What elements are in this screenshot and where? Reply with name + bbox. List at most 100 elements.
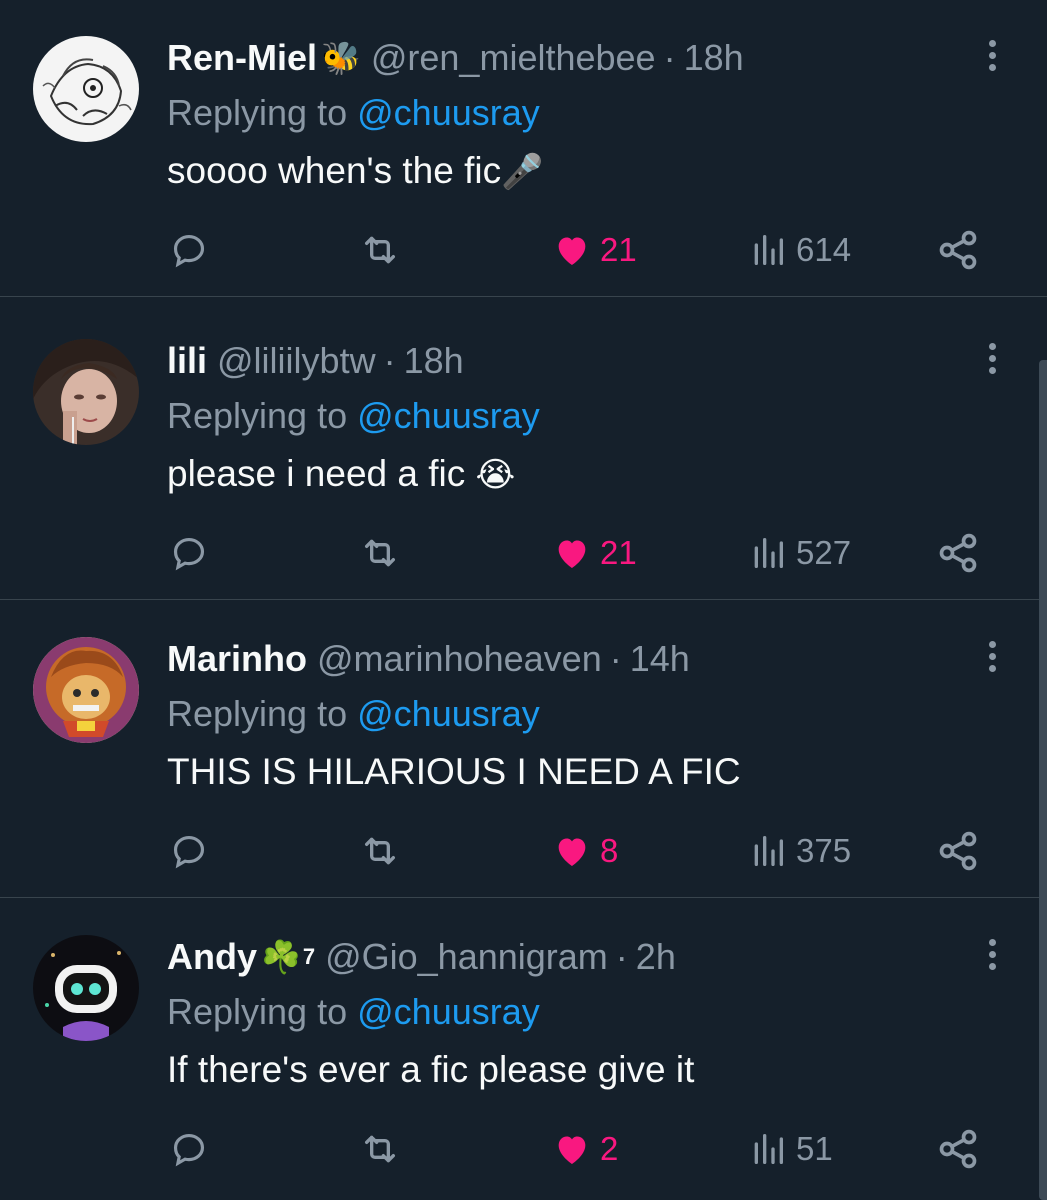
reply-icon [173, 835, 205, 869]
retweet-icon [365, 539, 395, 567]
reply-icon [173, 234, 205, 268]
views-chart-icon [754, 538, 783, 568]
tweet-card[interactable]: Ren-Miel 🐝 @ren_mielthebee · 18h Replyin… [0, 0, 1047, 297]
display-name[interactable]: lili [167, 340, 207, 382]
share-button[interactable] [936, 220, 980, 280]
separator-dot: · [383, 340, 396, 381]
avatar[interactable] [33, 339, 139, 445]
more-dot-icon [988, 950, 996, 958]
reply-icon [173, 1133, 205, 1167]
heart-icon [558, 237, 586, 265]
share-button[interactable] [936, 523, 980, 583]
reply-feed: Ren-Miel 🐝 @ren_mielthebee · 18h Replyin… [0, 0, 1047, 1200]
retweet-icon [365, 236, 395, 264]
more-dot-icon [988, 63, 996, 71]
more-dot-icon [988, 366, 996, 374]
replying-to: Replying to @chuusray [167, 92, 540, 134]
like-count: 21 [600, 231, 637, 268]
tweet-card[interactable]: lili @liliilybtw · 18h Replying to @chuu… [0, 303, 1047, 600]
reply-button[interactable] [170, 523, 208, 583]
view-count: 51 [796, 1130, 833, 1167]
reply-button[interactable] [170, 821, 208, 881]
retweet-button[interactable] [360, 1119, 400, 1179]
tweet-card[interactable]: Andy ☘️ 7 @Gio_hannigram · 2h Replying t… [0, 899, 1047, 1196]
more-dot-icon [988, 342, 996, 350]
display-name[interactable]: Marinho [167, 638, 307, 680]
like-button[interactable]: 21 [552, 220, 637, 280]
cartoon-avatar-icon [33, 637, 139, 743]
tweet-header: Marinho @marinhoheaven · 14h [167, 635, 690, 683]
timestamp[interactable]: 14h [630, 638, 690, 680]
tweet-card[interactable]: Marinho @marinhoheaven · 14h Replying to… [0, 601, 1047, 898]
retweet-icon [365, 837, 395, 865]
action-bar: 21 527 [0, 523, 1047, 583]
view-count: 614 [796, 231, 852, 268]
action-bar: 21 614 [0, 220, 1047, 280]
views-button[interactable]: 527 [748, 523, 851, 583]
more-options-button[interactable] [975, 639, 1009, 673]
mention-link[interactable]: @chuusray [357, 693, 540, 734]
share-button[interactable] [936, 821, 980, 881]
share-icon [939, 831, 977, 871]
user-handle[interactable]: @ren_mielthebee [371, 37, 656, 79]
tweet-header: Ren-Miel 🐝 @ren_mielthebee · 18h [167, 34, 744, 82]
timestamp[interactable]: 2h [636, 936, 676, 978]
more-options-button[interactable] [975, 937, 1009, 971]
more-dot-icon [988, 938, 996, 946]
tweet-text: soooo when's the fic🎤 [167, 150, 543, 192]
like-button[interactable]: 8 [552, 821, 618, 881]
more-dot-icon [988, 51, 996, 59]
views-button[interactable]: 614 [748, 220, 851, 280]
retweet-button[interactable] [360, 523, 400, 583]
tweet-text: please i need a fic 😭 [167, 453, 515, 495]
more-dot-icon [988, 664, 996, 672]
robot-avatar-icon [33, 935, 139, 1041]
user-handle[interactable]: @liliilybtw [217, 340, 376, 382]
share-icon [939, 533, 977, 573]
more-dot-icon [988, 354, 996, 362]
tweet-header: Andy ☘️ 7 @Gio_hannigram · 2h [167, 933, 676, 981]
action-bar: 8 375 [0, 821, 1047, 881]
replying-to-label: Replying to [167, 693, 348, 734]
like-button[interactable]: 2 [552, 1119, 618, 1179]
like-count: 2 [600, 1130, 619, 1167]
views-button[interactable]: 51 [748, 1119, 833, 1179]
sketch-avatar-icon [33, 36, 139, 142]
reply-button[interactable] [170, 1119, 208, 1179]
timestamp[interactable]: 18h [404, 340, 464, 382]
timestamp[interactable]: 18h [684, 37, 744, 79]
badge-number: 7 [302, 944, 316, 969]
shamrock-emoji-icon: ☘️ [261, 939, 301, 975]
scrollbar[interactable] [1039, 360, 1047, 1200]
like-count: 8 [600, 832, 619, 869]
share-icon [939, 230, 977, 270]
mention-link[interactable]: @chuusray [357, 991, 540, 1032]
reply-icon [173, 537, 205, 571]
tweet-text: If there's ever a fic please give it [167, 1049, 694, 1091]
tweet-text: THIS IS HILARIOUS I NEED A FIC [167, 751, 741, 793]
display-name[interactable]: Andy [167, 936, 257, 978]
mention-link[interactable]: @chuusray [357, 92, 540, 133]
more-dot-icon [988, 39, 996, 47]
tweet-body: please i need a fic [167, 453, 476, 494]
user-handle[interactable]: @marinhoheaven [317, 638, 602, 680]
view-count: 375 [796, 832, 852, 869]
view-count: 527 [796, 534, 852, 571]
mention-link[interactable]: @chuusray [357, 395, 540, 436]
avatar[interactable] [33, 637, 139, 743]
separator-dot: · [615, 936, 628, 977]
display-name[interactable]: Ren-Miel [167, 37, 317, 79]
retweet-button[interactable] [360, 220, 400, 280]
avatar[interactable] [33, 36, 139, 142]
avatar[interactable] [33, 935, 139, 1041]
more-options-button[interactable] [975, 341, 1009, 375]
views-button[interactable]: 375 [748, 821, 851, 881]
retweet-button[interactable] [360, 821, 400, 881]
reply-button[interactable] [170, 220, 208, 280]
like-button[interactable]: 21 [552, 523, 637, 583]
user-handle[interactable]: @Gio_hannigram [325, 936, 608, 978]
like-count: 21 [600, 534, 637, 571]
share-button[interactable] [936, 1119, 980, 1179]
action-bar: 2 51 [0, 1119, 1047, 1179]
more-options-button[interactable] [975, 38, 1009, 72]
